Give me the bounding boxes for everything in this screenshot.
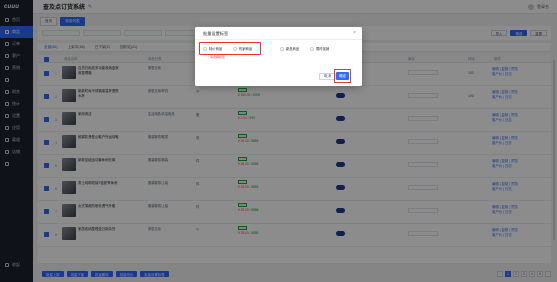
dialog-title: 批量设置标签: [203, 31, 229, 36]
confirm-button[interactable]: 确定: [336, 72, 349, 80]
validation-hint: 请选择标签: [210, 55, 226, 59]
option-hot[interactable]: 热销商品: [233, 46, 252, 51]
option-special[interactable]: 特价商品: [203, 46, 222, 51]
radio-icon: [233, 46, 237, 51]
option-new[interactable]: 新品商品: [280, 46, 299, 51]
radio-icon: [310, 46, 314, 51]
batch-tag-dialog: 批量设置标签 × 特价商品 热销商品 新品商品 限时促销 请选择标签 取消 确定: [195, 27, 362, 86]
radio-icon: [203, 46, 207, 51]
option-promo[interactable]: 限时促销: [310, 46, 329, 51]
close-icon[interactable]: ×: [353, 30, 356, 36]
divider: [195, 39, 362, 40]
radio-icon: [280, 46, 284, 51]
